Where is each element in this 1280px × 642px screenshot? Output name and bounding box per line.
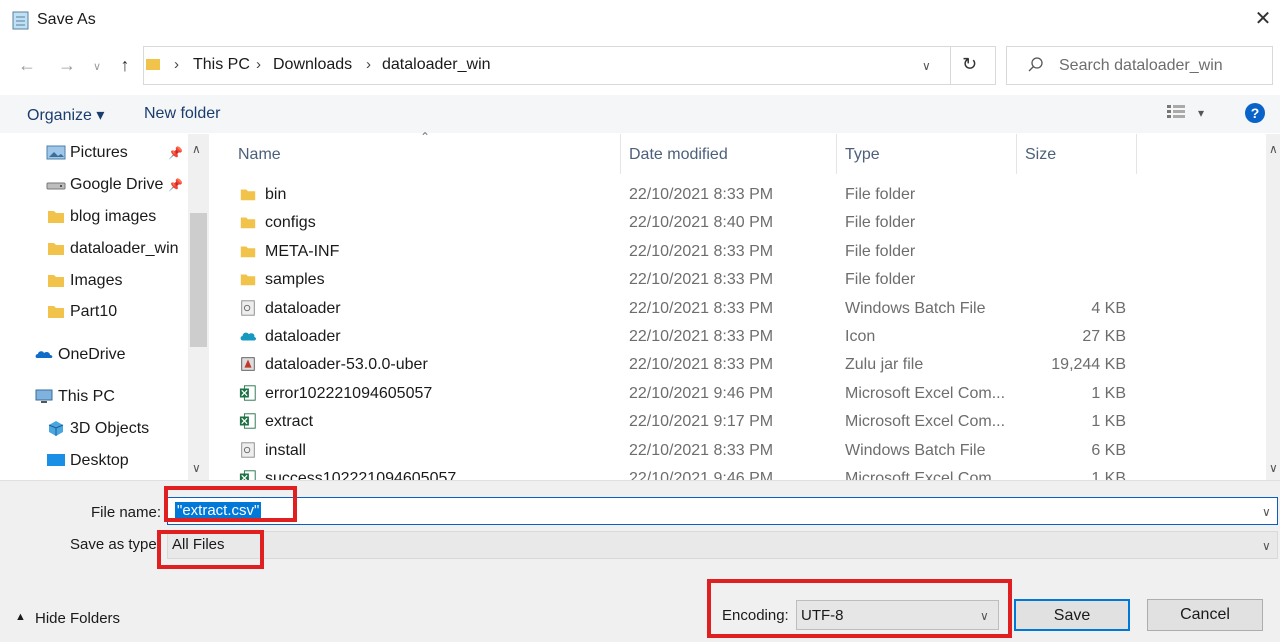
excel-csv-icon bbox=[239, 385, 256, 401]
file-name-label: File name: bbox=[91, 504, 162, 521]
folder-icon bbox=[240, 246, 256, 258]
file-size-cell: 1 KB bbox=[1091, 384, 1126, 402]
file-date-cell: 22/10/2021 8:33 PM bbox=[629, 441, 774, 459]
file-type-cell: File folder bbox=[845, 271, 916, 289]
file-name-cell: extract bbox=[265, 413, 314, 431]
file-date-cell: 22/10/2021 8:33 PM bbox=[629, 242, 774, 260]
scroll-up-icon[interactable]: ∧ bbox=[1269, 142, 1278, 156]
file-row[interactable]: install 22/10/2021 8:33 PM Windows Batch F… bbox=[215, 437, 1265, 465]
file-date-cell: 22/10/2021 8:33 PM bbox=[629, 186, 774, 203]
file-size-cell: 19,244 KB bbox=[1051, 356, 1126, 374]
file-type-cell: File folder bbox=[845, 214, 916, 232]
file-date-cell: 22/10/2021 9:46 PM bbox=[629, 384, 774, 402]
collapse-arrow-icon[interactable]: ▲ bbox=[15, 611, 26, 623]
folder-icon bbox=[240, 189, 256, 201]
file-type-cell: Windows Batch File bbox=[845, 441, 986, 459]
folder-icon bbox=[240, 274, 256, 286]
jar-file-icon bbox=[241, 357, 255, 372]
file-row[interactable]: dataloader 22/10/2021 8:33 PM Icon 27 KB bbox=[215, 323, 1265, 351]
file-name-cell: install bbox=[265, 441, 306, 459]
file-size-cell: 6 KB bbox=[1091, 441, 1126, 459]
cancel-button[interactable]: Cancel bbox=[1147, 599, 1263, 631]
folder-icon bbox=[240, 217, 256, 229]
file-type-cell: Microsoft Excel Com... bbox=[845, 384, 1006, 402]
file-row[interactable]: success102221094605057 22/10/2021 9:46 PM… bbox=[215, 465, 1265, 480]
file-date-cell: 22/10/2021 8:33 PM bbox=[629, 271, 774, 289]
file-name-cell: samples bbox=[265, 271, 325, 289]
file-row[interactable]: dataloader 22/10/2021 8:33 PM Windows Batc… bbox=[215, 295, 1265, 323]
file-name-dropdown-icon[interactable]: ∨ bbox=[1262, 505, 1271, 519]
file-type-cell: File folder bbox=[845, 186, 916, 203]
file-date-cell: 22/10/2021 8:33 PM bbox=[629, 299, 774, 317]
file-name-cell: dataloader bbox=[265, 328, 341, 345]
hide-folders-button[interactable]: Hide Folders bbox=[35, 610, 120, 627]
file-type-cell: Microsoft Excel Com... bbox=[845, 470, 1006, 480]
file-name-cell: error102221094605057 bbox=[265, 384, 433, 402]
file-type-cell: Icon bbox=[845, 328, 876, 345]
save-as-type-label: Save as type: bbox=[70, 536, 161, 553]
file-type-cell: Windows Batch File bbox=[845, 299, 986, 317]
file-name-cell: success102221094605057 bbox=[265, 470, 457, 480]
file-row[interactable]: samples 22/10/2021 8:33 PM File folder bbox=[215, 266, 1265, 294]
file-type-cell: File folder bbox=[845, 242, 916, 260]
file-row[interactable]: META-INF 22/10/2021 8:33 PM File folder bbox=[215, 238, 1265, 266]
file-size-cell: 1 KB bbox=[1091, 413, 1126, 431]
excel-csv-icon bbox=[239, 413, 256, 429]
file-name-cell: META-INF bbox=[265, 242, 340, 260]
file-row[interactable]: extract 22/10/2021 9:17 PM Microsoft Excel… bbox=[215, 408, 1265, 436]
file-row[interactable]: error102221094605057 22/10/2021 9:46 PM Mi… bbox=[215, 380, 1265, 408]
file-name-cell: dataloader-53.0.0-uber bbox=[265, 356, 428, 374]
file-size-cell: 27 KB bbox=[1082, 328, 1126, 345]
file-name-input[interactable] bbox=[167, 497, 1278, 525]
file-name-cell: configs bbox=[265, 214, 316, 232]
highlight-file-name bbox=[164, 486, 297, 522]
highlight-encoding bbox=[707, 579, 1012, 638]
file-row[interactable]: configs 22/10/2021 8:40 PM File folder bbox=[215, 209, 1265, 237]
file-date-cell: 22/10/2021 8:33 PM bbox=[629, 328, 774, 345]
file-list-scrollbar[interactable] bbox=[1266, 134, 1280, 480]
salesforce-cloud-icon bbox=[240, 332, 257, 341]
batch-file-icon bbox=[241, 441, 255, 458]
file-size-cell: 4 KB bbox=[1091, 299, 1126, 317]
file-size-cell: 1 KB bbox=[1091, 470, 1126, 480]
file-row[interactable]: dataloader-53.0.0-uber 22/10/2021 8:33 PM… bbox=[215, 351, 1265, 379]
scroll-down-icon[interactable]: ∨ bbox=[1269, 461, 1278, 475]
file-date-cell: 22/10/2021 9:17 PM bbox=[629, 413, 774, 431]
file-date-cell: 22/10/2021 8:40 PM bbox=[629, 214, 774, 232]
file-type-cell: Zulu jar file bbox=[845, 356, 924, 374]
save-button[interactable]: Save bbox=[1014, 599, 1130, 631]
file-type-cell: Microsoft Excel Com... bbox=[845, 413, 1006, 431]
save-as-type-select[interactable] bbox=[167, 531, 1278, 559]
file-name-cell: bin bbox=[265, 186, 287, 203]
file-row[interactable]: bin 22/10/2021 8:33 PM File folder bbox=[215, 181, 1265, 209]
highlight-save-as-type bbox=[157, 530, 264, 569]
batch-file-icon bbox=[241, 299, 255, 316]
file-date-cell: 22/10/2021 8:33 PM bbox=[629, 356, 774, 374]
file-date-cell: 22/10/2021 9:46 PM bbox=[629, 470, 774, 480]
file-name-cell: dataloader bbox=[265, 299, 341, 317]
save-as-type-chevron-icon[interactable]: ∨ bbox=[1262, 539, 1271, 553]
excel-csv-icon bbox=[239, 470, 256, 480]
